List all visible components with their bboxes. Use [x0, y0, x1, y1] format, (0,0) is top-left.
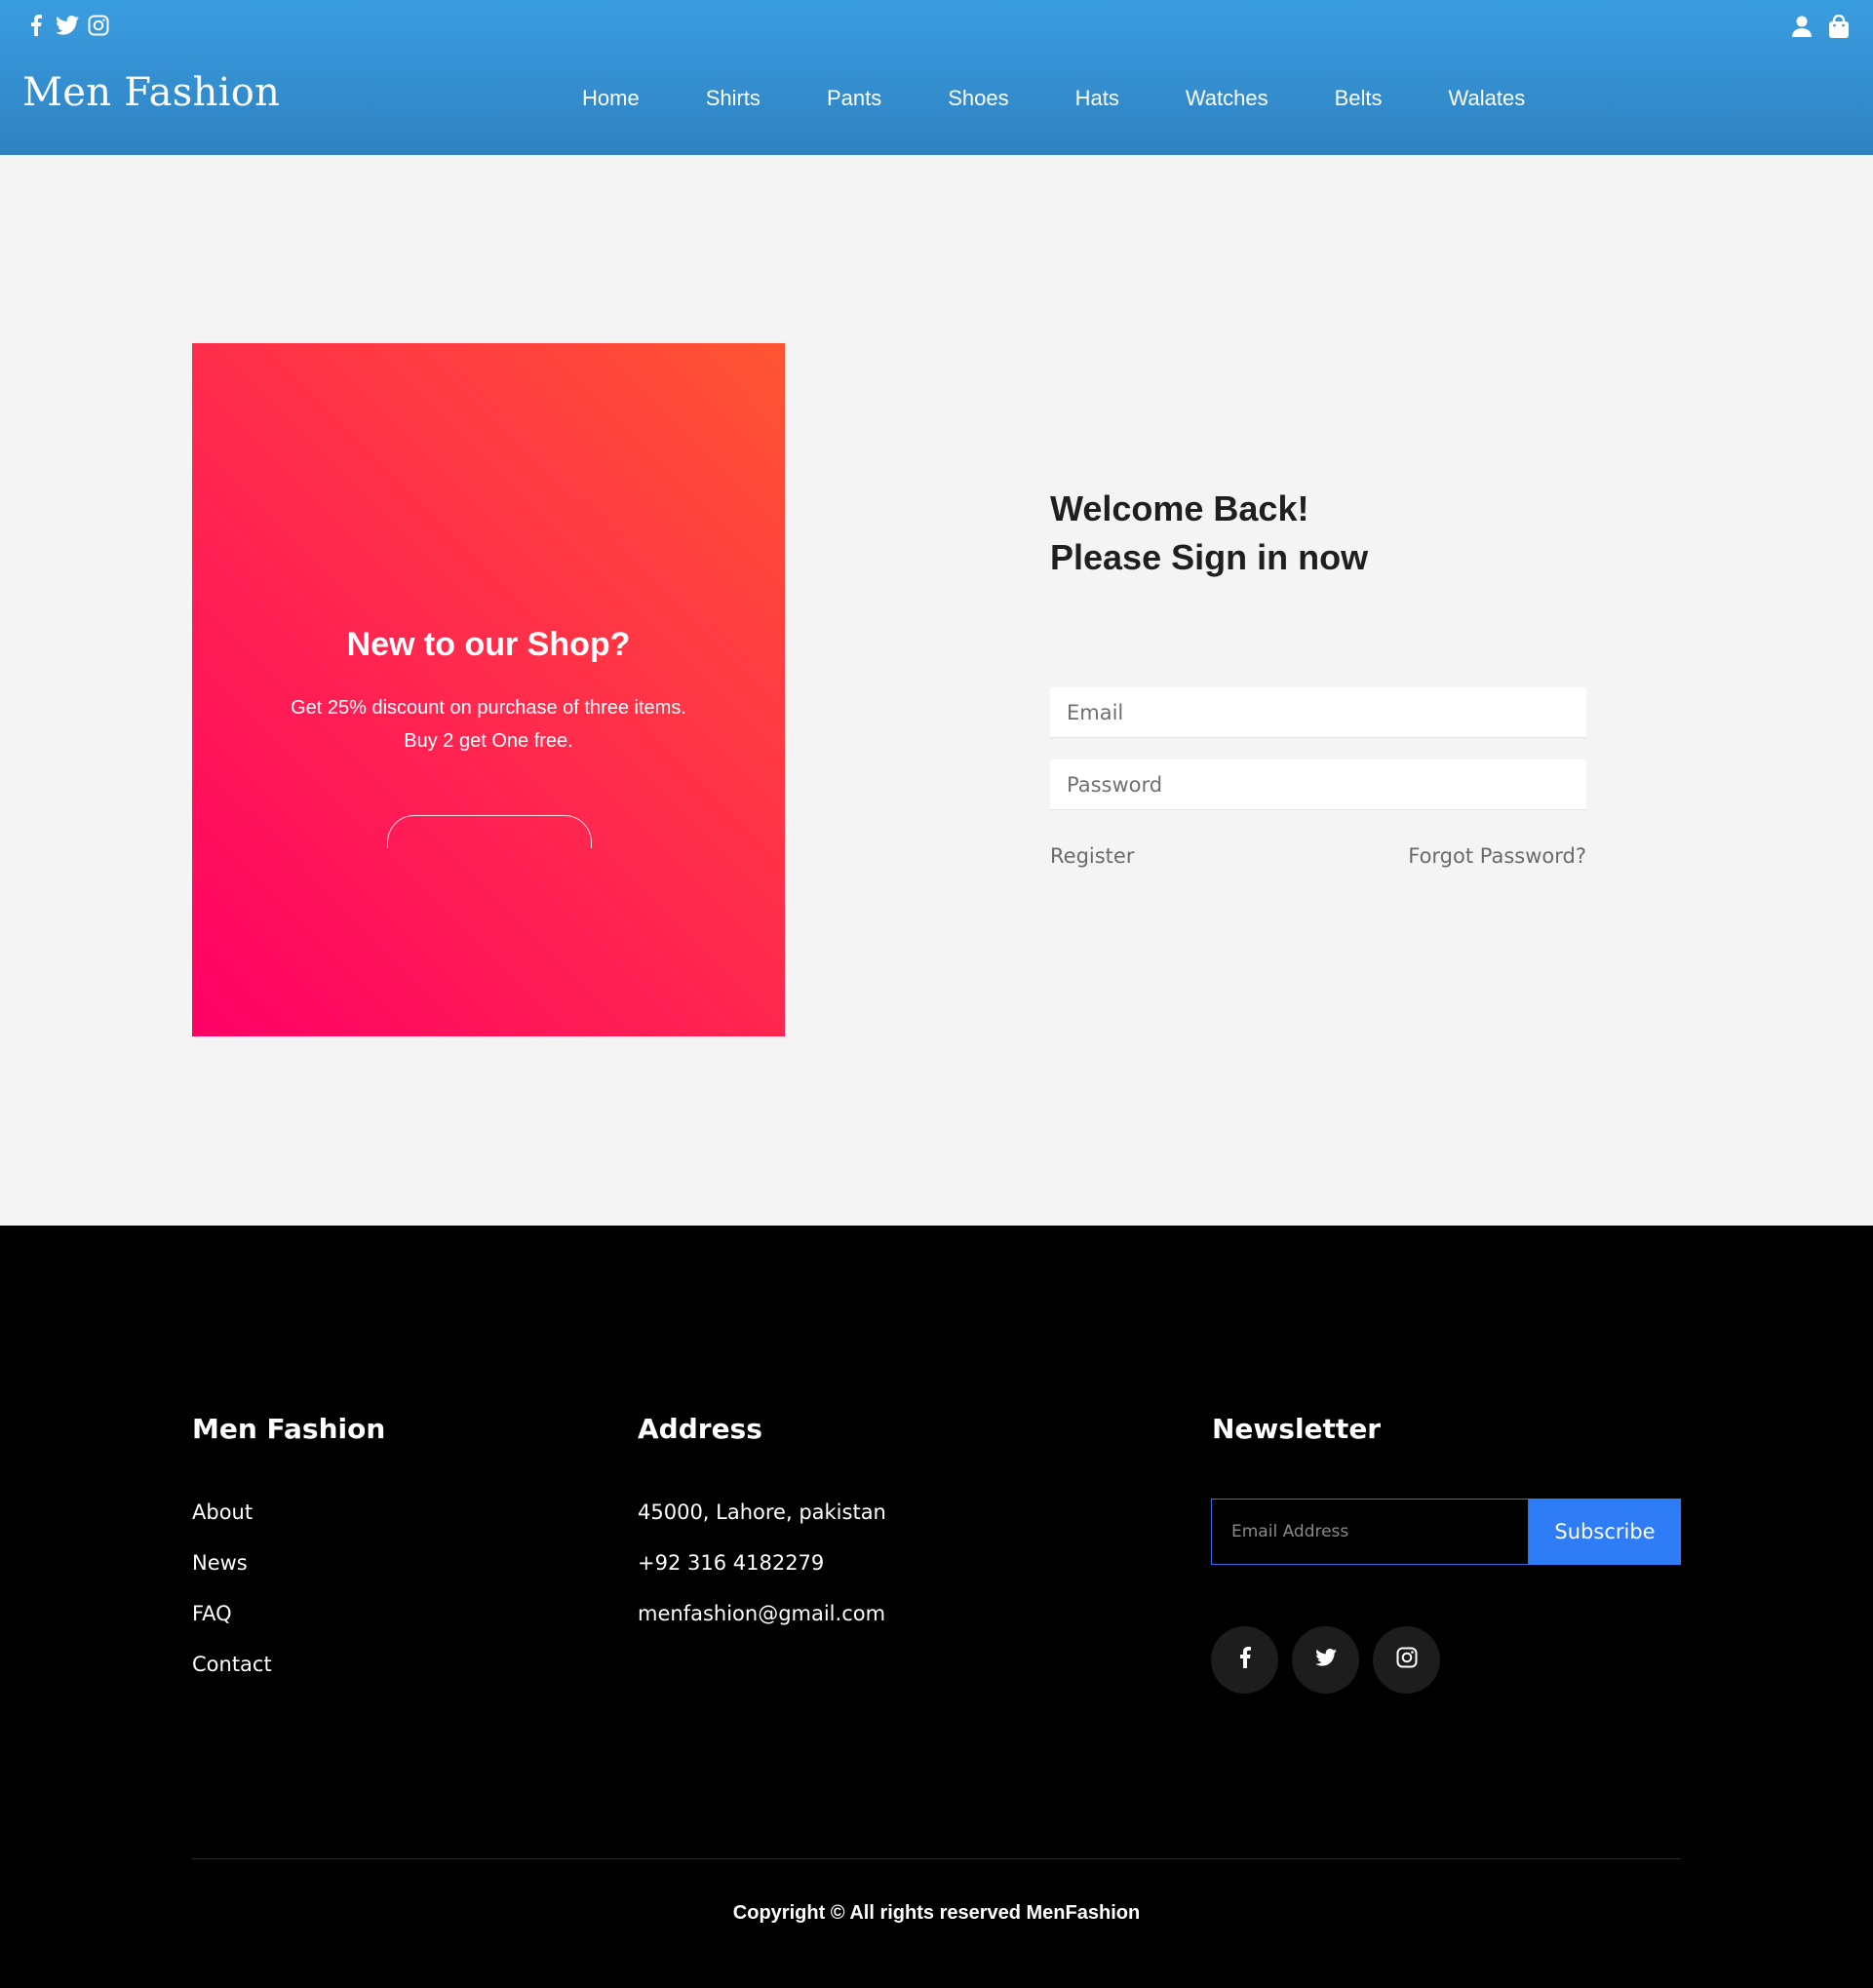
- footer-address: 45000, Lahore, pakistan +92 316 4182279 …: [638, 1499, 886, 1651]
- user-icon[interactable]: [1789, 14, 1814, 39]
- signin-heading-line-1: Welcome Back!: [1050, 488, 1309, 528]
- email-field[interactable]: [1050, 687, 1586, 738]
- promo-title: New to our Shop?: [346, 626, 631, 663]
- newsletter-email-input[interactable]: [1211, 1499, 1529, 1565]
- footer-twitter-button[interactable]: [1292, 1626, 1359, 1694]
- footer-newsletter-heading: Newsletter: [1212, 1413, 1382, 1445]
- footer-link-contact[interactable]: Contact: [192, 1651, 272, 1701]
- shopping-bag-icon[interactable]: [1826, 14, 1852, 39]
- nav-shirts[interactable]: Shirts: [706, 86, 761, 111]
- main-nav: Home Shirts Pants Shoes Hats Watches Bel…: [582, 86, 1591, 111]
- nav-hats[interactable]: Hats: [1075, 86, 1119, 111]
- promo-button[interactable]: [387, 815, 592, 848]
- facebook-icon[interactable]: [24, 14, 48, 37]
- site-footer: Men Fashion About News FAQ Contact Addre…: [0, 1226, 1873, 1988]
- facebook-icon: [1239, 1647, 1251, 1673]
- site-header: Men Fashion Home Shirts Pants Shoes Hats…: [0, 0, 1873, 155]
- nav-shoes[interactable]: Shoes: [948, 86, 1008, 111]
- twitter-icon: [1314, 1649, 1337, 1671]
- header-social-links: [24, 14, 110, 37]
- nav-pants[interactable]: Pants: [827, 86, 881, 111]
- nav-watches[interactable]: Watches: [1186, 86, 1268, 111]
- nav-walates[interactable]: Walates: [1449, 86, 1526, 111]
- instagram-icon[interactable]: [87, 14, 110, 37]
- site-logo[interactable]: Men Fashion: [22, 70, 280, 115]
- footer-instagram-button[interactable]: [1373, 1626, 1440, 1694]
- phone-number: +92 316 4182279: [638, 1551, 825, 1575]
- register-link[interactable]: Register: [1050, 844, 1134, 868]
- nav-belts[interactable]: Belts: [1335, 86, 1383, 111]
- footer-link-about[interactable]: About: [192, 1499, 272, 1549]
- instagram-icon: [1396, 1647, 1418, 1673]
- footer-brand-heading: Men Fashion: [192, 1413, 386, 1445]
- subscribe-button[interactable]: Subscribe: [1529, 1499, 1681, 1565]
- promo-card: New to our Shop? Get 25% discount on pur…: [192, 343, 785, 1036]
- footer-address-heading: Address: [638, 1413, 762, 1445]
- header-actions: [1789, 14, 1852, 39]
- address-line: 45000, Lahore, pakistan: [638, 1501, 886, 1524]
- forgot-password-link[interactable]: Forgot Password?: [1408, 844, 1586, 868]
- footer-facebook-button[interactable]: [1211, 1626, 1278, 1694]
- contact-email: menfashion@gmail.com: [638, 1602, 886, 1625]
- footer-link-news[interactable]: News: [192, 1549, 272, 1600]
- copyright-text: Copyright © All rights reserved MenFashi…: [732, 1902, 1141, 1924]
- footer-links: About News FAQ Contact: [192, 1499, 272, 1701]
- footer-link-faq[interactable]: FAQ: [192, 1600, 272, 1651]
- promo-line-1: Get 25% discount on purchase of three it…: [291, 697, 686, 719]
- twitter-icon[interactable]: [56, 14, 79, 37]
- signin-heading: Welcome Back! Please Sign in now: [1050, 485, 1368, 582]
- promo-line-2: Buy 2 get One free.: [404, 730, 573, 752]
- newsletter-form: Subscribe: [1211, 1499, 1681, 1565]
- signin-heading-line-2: Please Sign in now: [1050, 537, 1369, 577]
- password-field[interactable]: [1050, 760, 1586, 810]
- footer-divider: [192, 1858, 1681, 1859]
- promo-description: Get 25% discount on purchase of three it…: [192, 691, 785, 758]
- nav-home[interactable]: Home: [582, 86, 640, 111]
- footer-social-links: [1211, 1626, 1440, 1694]
